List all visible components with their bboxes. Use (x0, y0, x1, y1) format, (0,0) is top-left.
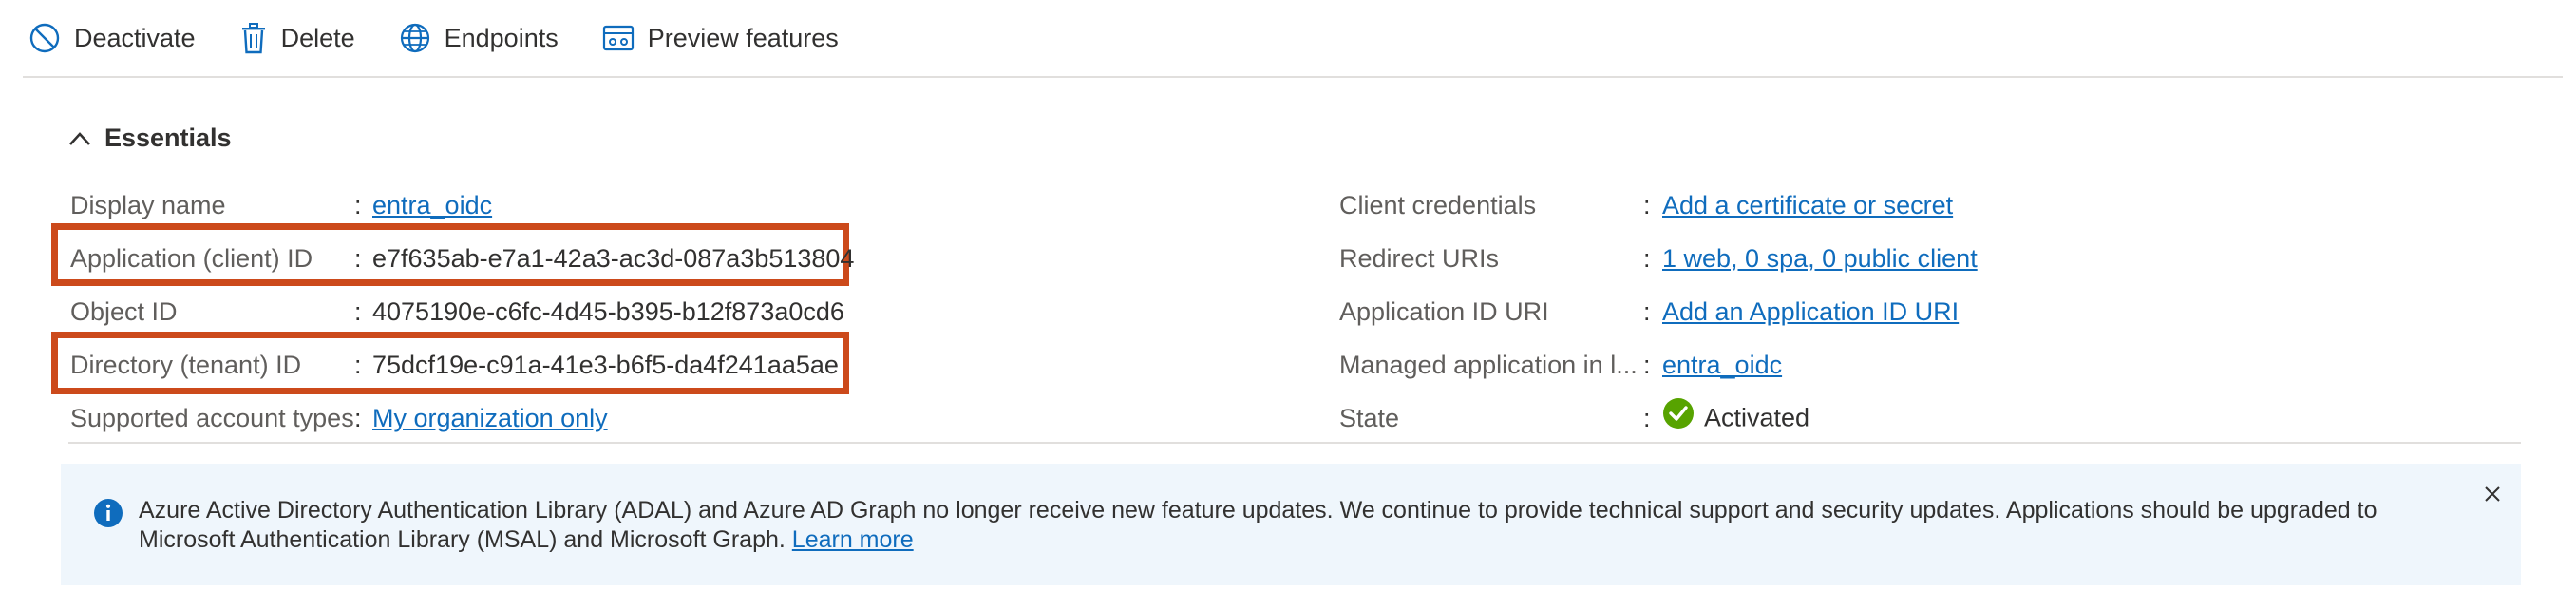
redirect-uris-link[interactable]: 1 web, 0 spa, 0 public client (1662, 244, 1978, 274)
redirect-uris-label: Redirect URIs (1339, 244, 1500, 273)
colon: : (354, 404, 362, 432)
essentials-toggle[interactable]: Essentials (68, 124, 232, 153)
colon: : (354, 351, 362, 379)
colon: : (1643, 191, 1651, 219)
preview-features-icon (602, 24, 635, 52)
learn-more-link[interactable]: Learn more (792, 526, 914, 553)
delete-label: Delete (280, 23, 355, 52)
essentials-title: Essentials (104, 124, 232, 152)
info-icon (93, 498, 123, 533)
colon: : (354, 191, 362, 219)
managed-app-link[interactable]: entra_oidc (1662, 351, 1782, 380)
command-bar: Deactivate Delete Endpoints Preview feat… (23, 0, 2563, 78)
chevron-up-icon (68, 124, 91, 153)
state-label: State (1339, 404, 1400, 432)
object-id-label: Object ID (70, 297, 178, 326)
client-id-value[interactable]: e7f635ab-e7a1-42a3-ac3d-087a3b513804 (372, 244, 854, 274)
display-name-link[interactable]: entra_oidc (372, 191, 492, 220)
close-icon[interactable] (2483, 485, 2502, 508)
object-id-value[interactable]: 4075190e-c6fc-4d45-b395-b12f873a0cd6 (372, 297, 844, 327)
colon: : (354, 244, 362, 273)
client-credentials-link[interactable]: Add a certificate or secret (1662, 191, 1953, 220)
colon: : (1643, 351, 1651, 379)
colon: : (1643, 404, 1651, 432)
endpoints-button[interactable]: Endpoints (393, 10, 564, 67)
deactivate-label: Deactivate (74, 23, 196, 52)
preview-features-label: Preview features (647, 23, 839, 52)
managed-app-label: Managed application in l... (1339, 351, 1638, 379)
delete-button[interactable]: Delete (234, 10, 361, 67)
banner-text: Azure Active Directory Authentication Li… (139, 497, 2377, 553)
app-id-uri-label: Application ID URI (1339, 297, 1549, 326)
app-id-uri-link[interactable]: Add an Application ID URI (1662, 297, 1959, 327)
state-value: Activated (1662, 397, 1810, 439)
trash-icon (239, 22, 268, 54)
colon: : (354, 297, 362, 326)
deactivate-button[interactable]: Deactivate (23, 10, 201, 67)
endpoints-label: Endpoints (444, 23, 559, 52)
account-types-label: Supported account types (70, 404, 354, 432)
state-text: Activated (1704, 403, 1810, 432)
globe-icon (399, 22, 431, 54)
account-types-link[interactable]: My organization only (372, 404, 608, 433)
colon: : (1643, 244, 1651, 273)
colon: : (1643, 297, 1651, 326)
banner-message: Azure Active Directory Authentication Li… (139, 496, 2418, 555)
success-check-icon (1662, 397, 1695, 436)
section-divider (68, 442, 2521, 444)
tenant-id-value[interactable]: 75dcf19e-c91a-41e3-b6f5-da4f241aa5ae (372, 351, 839, 380)
display-name-label: Display name (70, 191, 226, 219)
tenant-id-label: Directory (tenant) ID (70, 351, 302, 379)
client-id-label: Application (client) ID (70, 244, 313, 273)
block-icon (28, 22, 61, 54)
client-credentials-label: Client credentials (1339, 191, 1537, 219)
preview-features-button[interactable]: Preview features (597, 10, 844, 67)
info-banner: Azure Active Directory Authentication Li… (61, 464, 2521, 585)
